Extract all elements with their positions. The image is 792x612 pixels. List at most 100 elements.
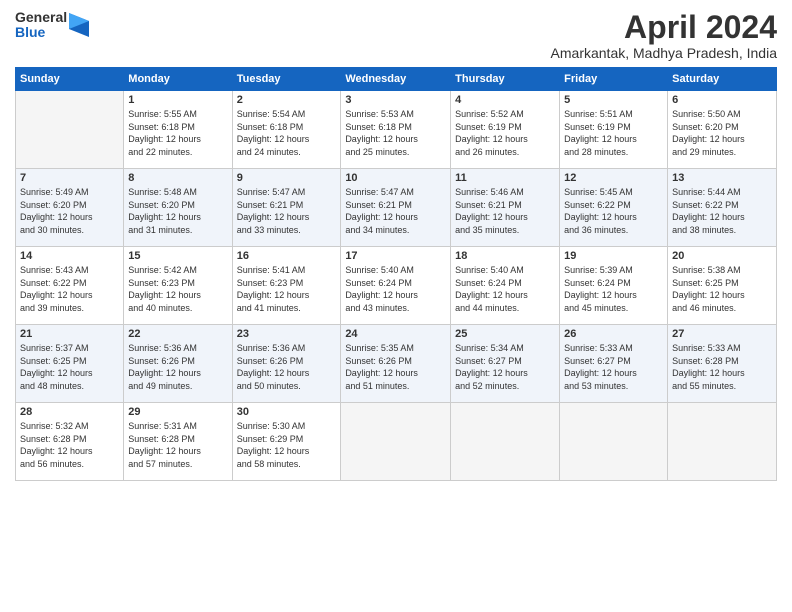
calendar-cell: 19 Sunrise: 5:39 AMSunset: 6:24 PMDayligh… xyxy=(560,247,668,325)
day-number: 11 xyxy=(455,172,555,184)
calendar-cell: 21 Sunrise: 5:37 AMSunset: 6:25 PMDayligh… xyxy=(16,325,124,403)
day-info: Sunrise: 5:55 AMSunset: 6:18 PMDaylight:… xyxy=(128,108,227,158)
day-info: Sunrise: 5:50 AMSunset: 6:20 PMDaylight:… xyxy=(672,108,772,158)
day-number: 21 xyxy=(20,328,119,340)
day-info: Sunrise: 5:48 AMSunset: 6:20 PMDaylight:… xyxy=(128,186,227,236)
day-number: 30 xyxy=(237,406,337,418)
logo-icon xyxy=(69,13,89,37)
col-saturday: Saturday xyxy=(668,68,777,91)
day-info: Sunrise: 5:35 AMSunset: 6:26 PMDaylight:… xyxy=(345,342,446,392)
calendar-cell: 29 Sunrise: 5:31 AMSunset: 6:28 PMDayligh… xyxy=(124,403,232,481)
week-row-1: 7Sunrise: 5:49 AMSunset: 6:20 PMDaylight… xyxy=(16,169,777,247)
day-number: 10 xyxy=(345,172,446,184)
day-info: Sunrise: 5:36 AMSunset: 6:26 PMDaylight:… xyxy=(237,342,337,392)
day-number: 16 xyxy=(237,250,337,262)
day-number: 27 xyxy=(672,328,772,340)
day-number: 1 xyxy=(128,94,227,106)
calendar-cell: 22 Sunrise: 5:36 AMSunset: 6:26 PMDayligh… xyxy=(124,325,232,403)
day-info: Sunrise: 5:39 AMSunset: 6:24 PMDaylight:… xyxy=(564,264,663,314)
day-number: 20 xyxy=(672,250,772,262)
day-info: Sunrise: 5:34 AMSunset: 6:27 PMDaylight:… xyxy=(455,342,555,392)
day-info: Sunrise: 5:46 AMSunset: 6:21 PMDaylight:… xyxy=(455,186,555,236)
calendar-cell xyxy=(451,403,560,481)
calendar-cell: 1 Sunrise: 5:55 AMSunset: 6:18 PMDaylight… xyxy=(124,91,232,169)
day-number: 22 xyxy=(128,328,227,340)
week-row-3: 21 Sunrise: 5:37 AMSunset: 6:25 PMDayligh… xyxy=(16,325,777,403)
day-info: Sunrise: 5:44 AMSunset: 6:22 PMDaylight:… xyxy=(672,186,772,236)
day-info: Sunrise: 5:54 AMSunset: 6:18 PMDaylight:… xyxy=(237,108,337,158)
day-info: Sunrise: 5:42 AMSunset: 6:23 PMDaylight:… xyxy=(128,264,227,314)
week-row-4: 28 Sunrise: 5:32 AMSunset: 6:28 PMDayligh… xyxy=(16,403,777,481)
day-number: 23 xyxy=(237,328,337,340)
day-number: 19 xyxy=(564,250,663,262)
day-info: Sunrise: 5:53 AMSunset: 6:18 PMDaylight:… xyxy=(345,108,446,158)
calendar-cell: 13 Sunrise: 5:44 AMSunset: 6:22 PMDayligh… xyxy=(668,169,777,247)
day-number: 24 xyxy=(345,328,446,340)
calendar-cell: 2 Sunrise: 5:54 AMSunset: 6:18 PMDaylight… xyxy=(232,91,341,169)
day-info: Sunrise: 5:47 AMSunset: 6:21 PMDaylight:… xyxy=(237,186,337,236)
calendar-cell: 14 Sunrise: 5:43 AMSunset: 6:22 PMDayligh… xyxy=(16,247,124,325)
calendar-cell: 10Sunrise: 5:47 AMSunset: 6:21 PMDayligh… xyxy=(341,169,451,247)
day-number: 13 xyxy=(672,172,772,184)
day-info: Sunrise: 5:43 AMSunset: 6:22 PMDaylight:… xyxy=(20,264,119,314)
calendar-table: Sunday Monday Tuesday Wednesday Thursday… xyxy=(15,67,777,481)
day-info: Sunrise: 5:38 AMSunset: 6:25 PMDaylight:… xyxy=(672,264,772,314)
day-number: 15 xyxy=(128,250,227,262)
header-row: Sunday Monday Tuesday Wednesday Thursday… xyxy=(16,68,777,91)
col-sunday: Sunday xyxy=(16,68,124,91)
day-number: 12 xyxy=(564,172,663,184)
day-number: 2 xyxy=(237,94,337,106)
day-info: Sunrise: 5:33 AMSunset: 6:28 PMDaylight:… xyxy=(672,342,772,392)
day-number: 8 xyxy=(128,172,227,184)
logo: General Blue xyxy=(15,10,89,41)
day-number: 26 xyxy=(564,328,663,340)
day-number: 29 xyxy=(128,406,227,418)
week-row-2: 14 Sunrise: 5:43 AMSunset: 6:22 PMDayligh… xyxy=(16,247,777,325)
col-tuesday: Tuesday xyxy=(232,68,341,91)
calendar-cell: 5 Sunrise: 5:51 AMSunset: 6:19 PMDaylight… xyxy=(560,91,668,169)
month-title: April 2024 xyxy=(551,10,777,45)
day-info: Sunrise: 5:33 AMSunset: 6:27 PMDaylight:… xyxy=(564,342,663,392)
calendar-cell: 27 Sunrise: 5:33 AMSunset: 6:28 PMDayligh… xyxy=(668,325,777,403)
day-number: 25 xyxy=(455,328,555,340)
calendar-cell xyxy=(668,403,777,481)
day-number: 17 xyxy=(345,250,446,262)
day-number: 4 xyxy=(455,94,555,106)
calendar-cell: 30Sunrise: 5:30 AMSunset: 6:29 PMDayligh… xyxy=(232,403,341,481)
day-info: Sunrise: 5:41 AMSunset: 6:23 PMDaylight:… xyxy=(237,264,337,314)
location-subtitle: Amarkantak, Madhya Pradesh, India xyxy=(551,45,777,61)
day-number: 28 xyxy=(20,406,119,418)
day-info: Sunrise: 5:31 AMSunset: 6:28 PMDaylight:… xyxy=(128,420,227,470)
day-info: Sunrise: 5:45 AMSunset: 6:22 PMDaylight:… xyxy=(564,186,663,236)
day-number: 18 xyxy=(455,250,555,262)
day-number: 3 xyxy=(345,94,446,106)
calendar-cell: 4 Sunrise: 5:52 AMSunset: 6:19 PMDaylight… xyxy=(451,91,560,169)
day-info: Sunrise: 5:37 AMSunset: 6:25 PMDaylight:… xyxy=(20,342,119,392)
calendar-cell: 6Sunrise: 5:50 AMSunset: 6:20 PMDaylight… xyxy=(668,91,777,169)
col-friday: Friday xyxy=(560,68,668,91)
calendar-cell xyxy=(560,403,668,481)
day-info: Sunrise: 5:51 AMSunset: 6:19 PMDaylight:… xyxy=(564,108,663,158)
calendar-cell: 3 Sunrise: 5:53 AMSunset: 6:18 PMDaylight… xyxy=(341,91,451,169)
calendar-cell: 15 Sunrise: 5:42 AMSunset: 6:23 PMDayligh… xyxy=(124,247,232,325)
header: General Blue April 2024 Amarkantak, Madh… xyxy=(15,10,777,61)
week-row-0: 1 Sunrise: 5:55 AMSunset: 6:18 PMDaylight… xyxy=(16,91,777,169)
day-number: 14 xyxy=(20,250,119,262)
day-number: 5 xyxy=(564,94,663,106)
day-info: Sunrise: 5:36 AMSunset: 6:26 PMDaylight:… xyxy=(128,342,227,392)
col-thursday: Thursday xyxy=(451,68,560,91)
calendar-cell: 26 Sunrise: 5:33 AMSunset: 6:27 PMDayligh… xyxy=(560,325,668,403)
calendar-cell: 28 Sunrise: 5:32 AMSunset: 6:28 PMDayligh… xyxy=(16,403,124,481)
calendar-cell: 23 Sunrise: 5:36 AMSunset: 6:26 PMDayligh… xyxy=(232,325,341,403)
calendar-cell: 16 Sunrise: 5:41 AMSunset: 6:23 PMDayligh… xyxy=(232,247,341,325)
day-info: Sunrise: 5:32 AMSunset: 6:28 PMDaylight:… xyxy=(20,420,119,470)
day-info: Sunrise: 5:40 AMSunset: 6:24 PMDaylight:… xyxy=(345,264,446,314)
calendar-cell: 11 Sunrise: 5:46 AMSunset: 6:21 PMDayligh… xyxy=(451,169,560,247)
calendar-cell: 7Sunrise: 5:49 AMSunset: 6:20 PMDaylight… xyxy=(16,169,124,247)
day-info: Sunrise: 5:52 AMSunset: 6:19 PMDaylight:… xyxy=(455,108,555,158)
calendar-cell: 25 Sunrise: 5:34 AMSunset: 6:27 PMDayligh… xyxy=(451,325,560,403)
calendar-cell: 17 Sunrise: 5:40 AMSunset: 6:24 PMDayligh… xyxy=(341,247,451,325)
logo-general: General xyxy=(15,10,67,25)
calendar-cell xyxy=(16,91,124,169)
day-info: Sunrise: 5:49 AMSunset: 6:20 PMDaylight:… xyxy=(20,186,119,236)
